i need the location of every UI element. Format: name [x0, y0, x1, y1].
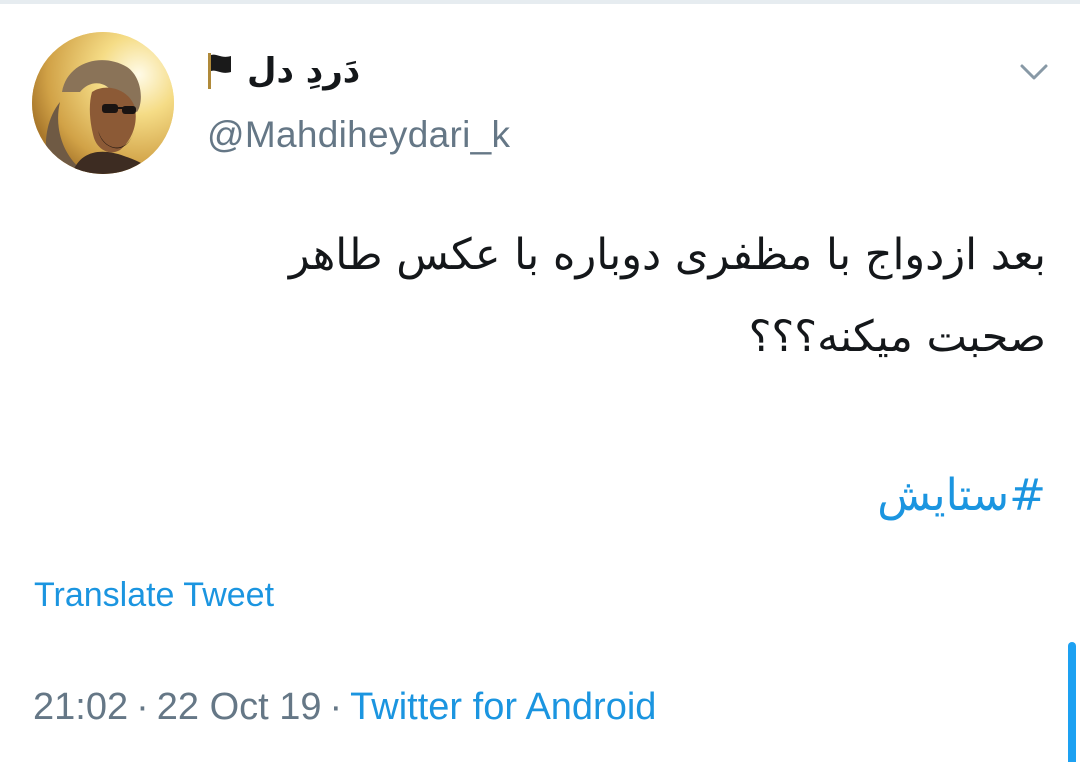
tweet-text-line: بعد ازدواج با مظفری دوباره با عکس طاهر	[288, 230, 1046, 280]
avatar-photo	[32, 32, 174, 174]
tweet-date: 22 Oct 19	[156, 686, 322, 728]
author-display-name[interactable]: دَردِ دل	[247, 51, 360, 91]
translate-tweet-link[interactable]: Translate Tweet	[34, 576, 274, 615]
meta-separator: ·	[329, 686, 343, 728]
meta-separator: ·	[136, 686, 149, 728]
tweet-text: بعد ازدواج با مظفری دوباره با عکس طاهر ص…	[146, 214, 1046, 378]
chevron-down-icon	[1020, 64, 1048, 80]
tweet-time: 21:02	[33, 686, 129, 728]
black-flag-icon	[208, 53, 231, 89]
hashtag-link[interactable]: #ستایش	[877, 470, 1046, 521]
tweet-source-link[interactable]: Twitter for Android	[350, 686, 656, 728]
avatar[interactable]	[32, 32, 174, 174]
top-divider	[0, 0, 1080, 4]
tweet-detail-page: دَردِ دل @Mahdiheydari_k بعد ازدواج با م…	[0, 0, 1080, 762]
tweet-text-line: صحبت میکنه؟؟؟	[748, 312, 1046, 362]
scrollbar[interactable]	[1068, 642, 1076, 762]
tweet-metadata: 21:02 · 22 Oct 19 · Twitter for Android	[33, 686, 656, 729]
author-handle[interactable]: @Mahdiheydari_k	[207, 114, 510, 156]
author-name-row: دَردِ دل	[205, 46, 360, 96]
tweet-menu-button[interactable]	[1017, 58, 1051, 86]
